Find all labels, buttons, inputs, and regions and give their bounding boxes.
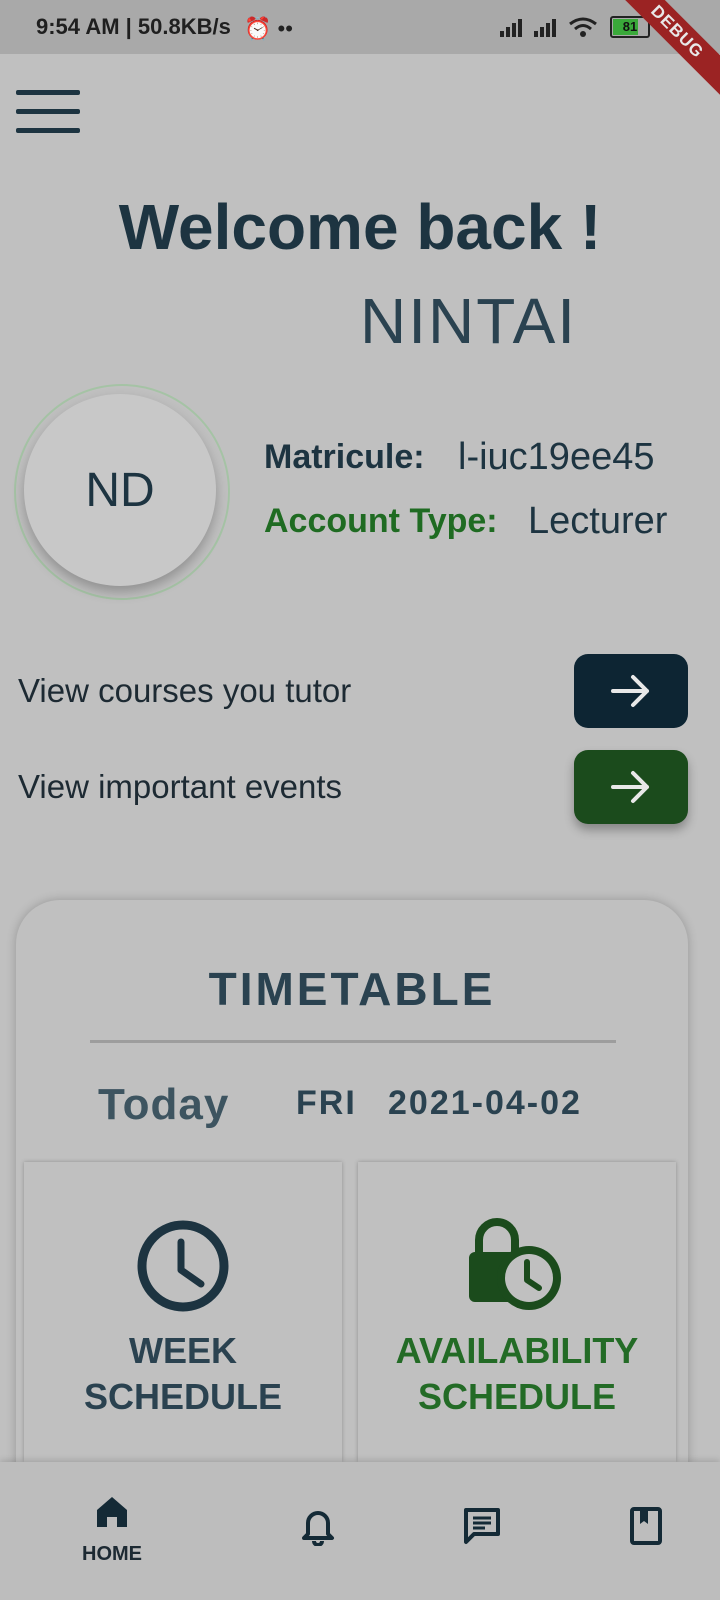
nav-courses[interactable] — [596, 1494, 696, 1551]
arrow-right-icon — [611, 771, 649, 803]
arrow-right-icon — [611, 675, 649, 707]
signal-icon — [500, 17, 522, 37]
welcome-heading: Welcome back ! — [118, 191, 602, 263]
clock-icon — [137, 1220, 229, 1312]
account-type-label: Account Type: — [264, 502, 498, 540]
availability-schedule-label-line1: AVAILABILITY — [395, 1330, 639, 1371]
account-type-value: Lecturer — [528, 500, 668, 542]
week-schedule-tile[interactable]: WEEK SCHEDULE — [24, 1162, 342, 1462]
view-courses-button[interactable] — [574, 654, 688, 728]
day-label: FRI — [296, 1084, 357, 1122]
signal-icon — [534, 17, 556, 37]
availability-schedule-label-line2: SCHEDULE — [417, 1376, 617, 1417]
week-schedule-label-line2: SCHEDULE — [83, 1376, 283, 1417]
today-label: Today — [98, 1080, 230, 1129]
nav-home-label: HOME — [82, 1543, 142, 1565]
bell-icon — [302, 1511, 334, 1547]
alarm-icon: ⏰ •• — [244, 16, 293, 41]
timetable-title: TIMETABLE — [208, 963, 496, 1015]
availability-schedule-tile[interactable]: AVAILABILITY SCHEDULE — [358, 1162, 676, 1462]
view-events-label: View important events — [18, 768, 343, 805]
username: NINTAI — [360, 285, 578, 357]
view-courses-label: View courses you tutor — [18, 672, 352, 709]
bottom-navigation: HOME — [0, 1462, 720, 1600]
status-time-speed: 9:54 AM | 50.8KB/s — [36, 14, 231, 39]
date-label: 2021-04-02 — [388, 1084, 582, 1122]
avatar-initials: ND — [85, 463, 155, 517]
avatar[interactable]: ND — [24, 394, 216, 586]
home-icon — [97, 1497, 127, 1527]
chat-icon — [464, 1508, 500, 1544]
matricule-label: Matricule: — [264, 438, 425, 476]
hamburger-menu-icon[interactable] — [16, 90, 80, 134]
status-bar: 9:54 AM | 50.8KB/s ⏰ •• 81 DEBUG — [0, 0, 720, 103]
bookmark-book-icon — [630, 1507, 662, 1545]
wifi-icon — [569, 17, 597, 37]
view-events-button[interactable] — [574, 750, 688, 824]
lock-clock-icon — [469, 1218, 561, 1310]
week-schedule-label-line1: WEEK — [129, 1330, 237, 1371]
nav-notifications[interactable] — [268, 1494, 368, 1551]
nav-home[interactable]: HOME — [62, 1494, 162, 1566]
nav-messages[interactable] — [432, 1494, 532, 1551]
status-icons: 81 — [500, 16, 650, 38]
matricule-value: l-iuc19ee45 — [458, 436, 655, 478]
divider — [90, 1040, 616, 1043]
matricule-row: Matricule: l-iuc19ee45 — [264, 436, 654, 478]
account-type-row: Account Type: Lecturer — [264, 500, 667, 542]
timetable-card: TIMETABLE Today FRI 2021-04-02 WEEK SCHE… — [16, 900, 688, 1520]
